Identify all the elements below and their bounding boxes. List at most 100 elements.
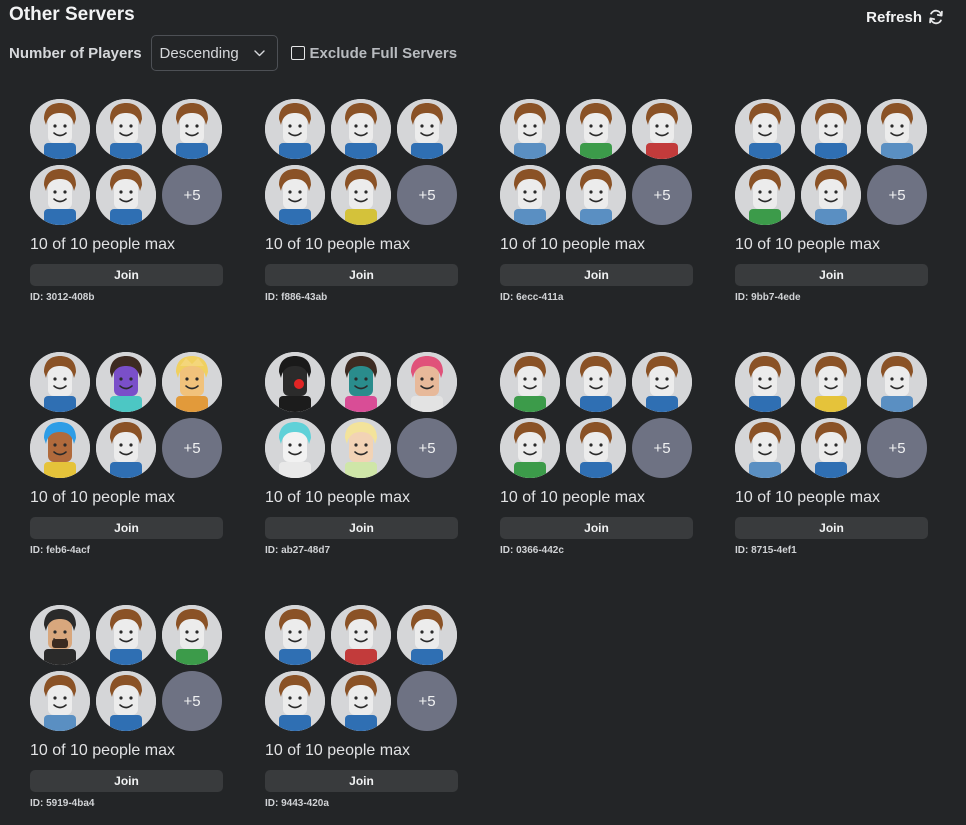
- classic-avatar-icon[interactable]: [566, 165, 626, 225]
- pink-hair-avatar-icon[interactable]: [397, 352, 457, 412]
- server-capacity: 10 of 10 people max: [500, 489, 645, 506]
- server-card: +5 10 of 10 people max Join ID: 9443-420a: [265, 605, 458, 818]
- server-id: ID: 6ecc-411a: [500, 292, 564, 303]
- server-capacity: 10 of 10 people max: [265, 489, 410, 506]
- classic-avatar-icon[interactable]: [500, 165, 560, 225]
- classic-avatar-icon[interactable]: [96, 418, 156, 478]
- classic-avatar-icon[interactable]: [96, 99, 156, 159]
- classic-avatar-icon[interactable]: [331, 671, 391, 731]
- classic-avatar-icon[interactable]: [96, 165, 156, 225]
- section-header: Other Servers Refresh: [9, 2, 948, 30]
- scrollbar[interactable]: [962, 0, 966, 825]
- classic-avatar-icon[interactable]: [331, 165, 391, 225]
- purple-avatar-icon[interactable]: [96, 352, 156, 412]
- refresh-button[interactable]: Refresh: [860, 6, 948, 28]
- server-capacity: 10 of 10 people max: [735, 489, 880, 506]
- classic-avatar-icon[interactable]: [30, 352, 90, 412]
- cyan-hair-avatar-icon[interactable]: [265, 418, 325, 478]
- classic-avatar-icon[interactable]: [265, 671, 325, 731]
- join-button[interactable]: Join: [265, 770, 458, 792]
- gold-crowned-avatar-icon[interactable]: [162, 352, 222, 412]
- join-button[interactable]: Join: [735, 517, 928, 539]
- sort-order-select[interactable]: Descending: [150, 35, 278, 71]
- refresh-label: Refresh: [866, 8, 922, 26]
- classic-avatar-icon[interactable]: [265, 165, 325, 225]
- join-button[interactable]: Join: [30, 770, 223, 792]
- server-id: ID: 8715-4ef1: [735, 545, 797, 556]
- classic-avatar-icon[interactable]: [162, 605, 222, 665]
- classic-avatar-icon[interactable]: [331, 99, 391, 159]
- server-id: ID: 9443-420a: [265, 798, 329, 809]
- masked-avatar-icon[interactable]: [265, 352, 325, 412]
- classic-avatar-icon[interactable]: [397, 605, 457, 665]
- classic-avatar-icon[interactable]: [500, 418, 560, 478]
- classic-avatar-icon[interactable]: [96, 605, 156, 665]
- classic-avatar-icon[interactable]: [162, 99, 222, 159]
- exclude-full-servers-label: Exclude Full Servers: [309, 44, 458, 62]
- server-filters: Number of Players Descending Exclude Ful…: [9, 34, 457, 72]
- classic-avatar-icon[interactable]: [801, 99, 861, 159]
- classic-avatar-icon[interactable]: [801, 165, 861, 225]
- exclude-full-servers-toggle[interactable]: Exclude Full Servers: [290, 44, 458, 62]
- classic-avatar-icon[interactable]: [397, 99, 457, 159]
- classic-avatar-icon[interactable]: [500, 99, 560, 159]
- classic-avatar-icon[interactable]: [632, 352, 692, 412]
- server-id: ID: 3012-408b: [30, 292, 95, 303]
- classic-avatar-icon[interactable]: [632, 99, 692, 159]
- teal-avatar-icon[interactable]: [331, 352, 391, 412]
- join-button[interactable]: Join: [265, 264, 458, 286]
- server-capacity: 10 of 10 people max: [265, 236, 410, 253]
- classic-avatar-icon[interactable]: [867, 352, 927, 412]
- classic-avatar-icon[interactable]: [30, 165, 90, 225]
- more-players-badge: +5: [632, 418, 692, 478]
- classic-avatar-icon[interactable]: [331, 605, 391, 665]
- classic-avatar-icon[interactable]: [265, 605, 325, 665]
- more-players-badge: +5: [867, 418, 927, 478]
- classic-avatar-icon[interactable]: [801, 352, 861, 412]
- classic-avatar-icon[interactable]: [566, 418, 626, 478]
- classic-avatar-icon[interactable]: [30, 671, 90, 731]
- refresh-icon: [928, 9, 944, 25]
- blue-hair-avatar-icon[interactable]: [30, 418, 90, 478]
- join-button[interactable]: Join: [30, 517, 223, 539]
- join-button[interactable]: Join: [30, 264, 223, 286]
- bearded-avatar-icon[interactable]: [30, 605, 90, 665]
- classic-avatar-icon[interactable]: [867, 99, 927, 159]
- server-card: +5 10 of 10 people max Join ID: 9bb7-4ede: [735, 99, 928, 312]
- server-id: ID: 9bb7-4ede: [735, 292, 801, 303]
- server-card: +5 10 of 10 people max Join ID: 5919-4ba4: [30, 605, 223, 818]
- server-list: +5 10 of 10 people max Join ID: 3012-408b: [30, 99, 960, 818]
- join-button[interactable]: Join: [735, 264, 928, 286]
- classic-avatar-icon[interactable]: [735, 165, 795, 225]
- player-avatars: +5: [265, 99, 458, 225]
- server-capacity: 10 of 10 people max: [265, 742, 410, 759]
- more-players-badge: +5: [162, 671, 222, 731]
- server-capacity: 10 of 10 people max: [500, 236, 645, 253]
- classic-avatar-icon[interactable]: [265, 99, 325, 159]
- pastel-hair-avatar-icon[interactable]: [331, 418, 391, 478]
- join-button[interactable]: Join: [500, 517, 693, 539]
- classic-avatar-icon[interactable]: [735, 418, 795, 478]
- other-servers-panel: Other Servers Refresh Number of Players …: [0, 0, 966, 825]
- player-avatars: +5: [30, 99, 223, 225]
- player-avatars: +5: [735, 352, 928, 478]
- classic-avatar-icon[interactable]: [735, 99, 795, 159]
- join-button[interactable]: Join: [265, 517, 458, 539]
- classic-avatar-icon[interactable]: [500, 352, 560, 412]
- player-avatars: +5: [500, 99, 693, 225]
- join-button[interactable]: Join: [500, 264, 693, 286]
- classic-avatar-icon[interactable]: [566, 99, 626, 159]
- classic-avatar-icon[interactable]: [30, 99, 90, 159]
- server-id: ID: ab27-48d7: [265, 545, 331, 556]
- server-id: ID: 0366-442c: [500, 545, 564, 556]
- exclude-full-servers-checkbox[interactable]: [290, 46, 305, 60]
- player-avatars: +5: [30, 605, 223, 731]
- classic-avatar-icon[interactable]: [96, 671, 156, 731]
- sort-label: Number of Players: [9, 44, 142, 62]
- classic-avatar-icon[interactable]: [801, 418, 861, 478]
- server-id: ID: 5919-4ba4: [30, 798, 95, 809]
- server-card: +5 10 of 10 people max Join ID: feb6-4acf: [30, 352, 223, 565]
- classic-avatar-icon[interactable]: [566, 352, 626, 412]
- classic-avatar-icon[interactable]: [735, 352, 795, 412]
- player-avatars: +5: [735, 99, 928, 225]
